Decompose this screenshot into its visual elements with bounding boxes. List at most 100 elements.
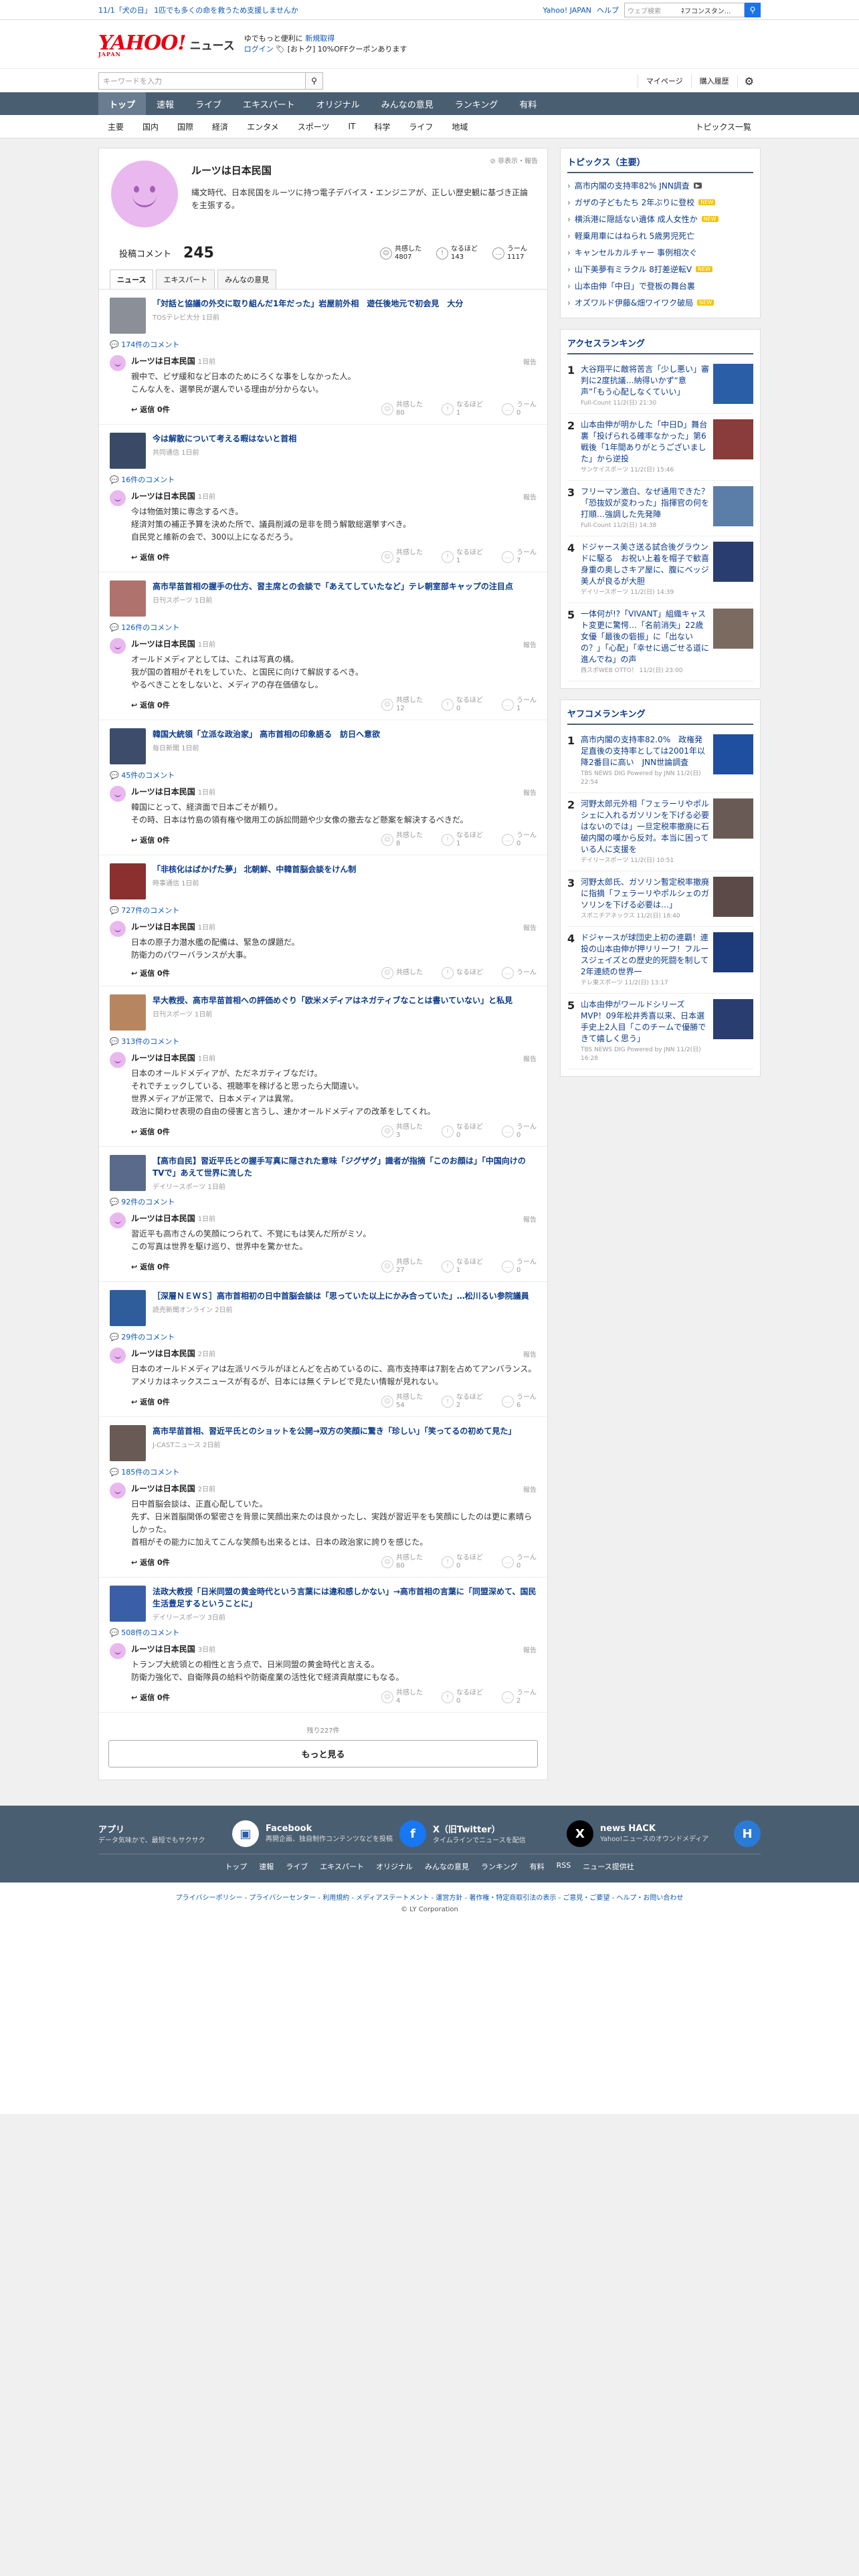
ranking-item[interactable]: 3 フリーマン激白、なぜ通用できた？「恐抜奴が変わった」指揮官の何を打順…強調し… [567, 481, 753, 536]
article-title[interactable]: ［深層ＮＥＷＳ］高市首相初の日中首脳会談は「思っていた以上にかみ合っていた」…松… [153, 1290, 529, 1302]
ranking-item[interactable]: 1 高市内閣の支持率82.0% 政権発足直後の支持率としては2001年以降2番目… [567, 729, 753, 793]
article-link[interactable]: 早大教授、高市早苗首相への評価めぐり「欧米メディアはネガティブなことは書いていな… [110, 994, 537, 1031]
topic-item[interactable]: キャンセルカルチャー 事例相次ぐ [567, 244, 753, 261]
footer-card[interactable]: news HACK Yahoo!ニュースのオウンドメディア H [600, 1820, 761, 1847]
article-link[interactable]: 今は解散について考える暇はないと首相 共同通信 1日前 [110, 433, 537, 469]
reply-button[interactable]: ↩ 返信 0件 [131, 700, 170, 710]
mypage-link[interactable]: マイページ [637, 74, 691, 88]
agree-button[interactable]: ☺ 共感した 54 [381, 1394, 423, 1410]
hide-report-link[interactable]: ⊘ 非表示・報告 [490, 155, 538, 165]
agree-button[interactable]: ☺ 共感した 3 [381, 1123, 423, 1140]
hmm-button[interactable]: … うーん 2 [502, 1689, 537, 1705]
footer-nav-item[interactable]: 速報 [259, 1861, 274, 1872]
nav-expert[interactable]: エキスパート [232, 92, 306, 115]
nav-flash[interactable]: 速報 [146, 92, 185, 115]
topic-item[interactable]: ガザの子どもたち 2年ぶりに登校NEW [567, 194, 753, 211]
nav-paid[interactable]: 有料 [508, 92, 547, 115]
report-link[interactable]: 報告 [523, 356, 537, 366]
topic-item[interactable]: 山本由伸「中日」で登板の舞台裏 [567, 278, 753, 294]
article-link[interactable]: 高市早苗首相、習近平氏とのショットを公開→双方の笑顔に驚き「珍しい」「笑ってるの… [110, 1425, 537, 1461]
ranking-item[interactable]: 3 河野太郎氏、ガソリン暫定税率撤廃に指摘「フェラーリやポルシェのガソリンを下げ… [567, 871, 753, 927]
article-link[interactable]: 法政大教授「日米同盟の黄金時代という言葉には違和感しかない」→高市首相の言葉に「… [110, 1586, 537, 1622]
comment-count-link[interactable]: 💬 174件のコメント [110, 339, 537, 350]
topics-list-link[interactable]: トピックス一覧 [686, 121, 761, 132]
report-link[interactable]: 報告 [523, 787, 537, 797]
commenter-name[interactable]: ルーツは日本民国 1日前 [131, 1052, 537, 1063]
help-link[interactable]: ヘルプ [597, 5, 619, 15]
reply-button[interactable]: ↩ 返信 0件 [131, 1396, 170, 1407]
insight-button[interactable]: ! なるほど 1 [442, 401, 483, 417]
insight-button[interactable]: ! なるほど 1 [442, 832, 483, 848]
commenter-name[interactable]: ルーツは日本民国 2日前 [131, 1348, 537, 1359]
insight-button[interactable]: ! なるほど 0 [442, 1123, 483, 1140]
comment-count-link[interactable]: 💬 92件のコメント [110, 1196, 537, 1207]
report-link[interactable]: 報告 [523, 639, 537, 649]
cat-it[interactable]: IT [339, 122, 365, 131]
show-more-button[interactable]: もっと見る [108, 1740, 538, 1767]
commenter-name[interactable]: ルーツは日本民国 1日前 [131, 1212, 537, 1224]
reply-button[interactable]: ↩ 返信 0件 [131, 1126, 170, 1137]
commenter-name[interactable]: ルーツは日本民国 1日前 [131, 638, 537, 649]
article-link[interactable]: 【高市自民】習近平氏との握手写真に隠された意味「ジグザグ」識者が指摘「このお顔は… [110, 1155, 537, 1191]
insight-button[interactable]: ! なるほど [442, 967, 483, 979]
topic-item[interactable]: オズワルド伊藤&畑ワイワク破局NEW [567, 294, 753, 311]
signup-link[interactable]: 新規取得 [305, 34, 335, 43]
footer-card[interactable]: X（旧Twitter） タイムラインでニュースを配信 X [433, 1820, 593, 1847]
article-title[interactable]: 早大教授、高市早苗首相への評価めぐり「欧米メディアはネガティブなことは書いていな… [153, 994, 512, 1006]
commenter-name[interactable]: ルーツは日本民国 3日前 [131, 1643, 537, 1654]
comment-count-link[interactable]: 💬 185件のコメント [110, 1467, 537, 1477]
agree-button[interactable]: ☺ 共感した 4 [381, 1689, 423, 1705]
commenter-name[interactable]: ルーツは日本民国 1日前 [131, 921, 537, 932]
article-title[interactable]: 法政大教授「日米同盟の黄金時代という言葉には違和感しかない」→高市首相の言葉に「… [153, 1586, 537, 1610]
hmm-button[interactable]: … うーん 0 [502, 1259, 537, 1275]
ranking-item[interactable]: 2 山本由伸が明かした「中日D」舞台裏「投げられる確率なかった」第6戦後「1年間… [567, 414, 753, 481]
commenter-name[interactable]: ルーツは日本民国 1日前 [131, 355, 537, 366]
web-search-input[interactable]: ウェブ検索 ﾈフコンスタン... [624, 3, 745, 17]
hmm-button[interactable]: … うーん 6 [502, 1394, 537, 1410]
cat-life[interactable]: ライフ [399, 121, 442, 132]
purchase-history-link[interactable]: 購入履歴 [690, 74, 737, 88]
cat-entertainment[interactable]: エンタメ [237, 121, 288, 132]
comment-count-link[interactable]: 💬 508件のコメント [110, 1627, 537, 1638]
topic-item[interactable]: 軽乗用車にはねられ 5歳男児死亡 [567, 227, 753, 244]
article-link[interactable]: ［深層ＮＥＷＳ］高市首相初の日中首脳会談は「思っていた以上にかみ合っていた」…松… [110, 1290, 537, 1326]
footer-nav-item[interactable]: みんなの意見 [425, 1861, 469, 1872]
agree-button[interactable]: ☺ 共感した 27 [381, 1259, 423, 1275]
reply-button[interactable]: ↩ 返信 0件 [131, 1692, 170, 1703]
commenter-name[interactable]: ルーツは日本民国 2日前 [131, 1483, 537, 1494]
hmm-button[interactable]: … うーん [502, 967, 537, 979]
footer-nav-item[interactable]: 有料 [530, 1861, 545, 1872]
topic-item[interactable]: 高市内閣の支持率82% JNN調査▶ [567, 177, 753, 194]
commenter-name[interactable]: ルーツは日本民国 1日前 [131, 786, 537, 797]
hmm-button[interactable]: … うーん 1 [502, 697, 537, 713]
footer-card[interactable]: Facebook 再開企画、独自制作コンテンツなどを投稿 f [266, 1820, 426, 1847]
article-link[interactable]: 「非核化はばかげた夢」 北朝鮮、中韓首脳会談をけん制 時事通信 1日前 [110, 863, 537, 899]
hmm-button[interactable]: … うーん 0 [502, 832, 537, 848]
report-link[interactable]: 報告 [523, 1053, 537, 1063]
agree-button[interactable]: ☺ 共感した [381, 967, 423, 979]
yahoo-news-logo[interactable]: YAHOO! JAPAN ニュース [98, 31, 235, 58]
footer-nav-item[interactable]: トップ [225, 1861, 247, 1872]
article-title[interactable]: 「対話と協議の外交に取り組んだ1年だった」岩屋前外相 遊任後地元で初会見 大分 [153, 298, 463, 310]
article-title[interactable]: 今は解散について考える暇はないと首相 [153, 433, 296, 445]
comment-count-link[interactable]: 💬 29件のコメント [110, 1331, 537, 1342]
article-title[interactable]: 高市早苗首相、習近平氏とのショットを公開→双方の笑顔に驚き「珍しい」「笑ってるの… [153, 1425, 516, 1437]
nav-original[interactable]: オリジナル [306, 92, 371, 115]
article-link[interactable]: 高市早苗首相の握手の仕方、習主席との会談で「あえてしていたなど」テレ朝室部キャッ… [110, 580, 537, 617]
hmm-button[interactable]: … うーん 0 [502, 1554, 537, 1570]
insight-button[interactable]: ! なるほど 0 [442, 697, 483, 713]
insight-button[interactable]: ! なるほど 1 [442, 549, 483, 565]
reply-button[interactable]: ↩ 返信 0件 [131, 552, 170, 562]
login-link[interactable]: ログイン [244, 45, 274, 53]
agree-button[interactable]: ☺ 共感した 12 [381, 697, 423, 713]
ranking-item[interactable]: 2 河野太郎元外相「フェラーリやポルシェに入れるガソリンを下げる必要はないのでは… [567, 793, 753, 871]
cat-main[interactable]: 主要 [98, 121, 133, 132]
cat-economy[interactable]: 経済 [203, 121, 237, 132]
cat-science[interactable]: 科学 [365, 121, 399, 132]
cat-sports[interactable]: スポーツ [288, 121, 339, 132]
insight-button[interactable]: ! なるほど 0 [442, 1689, 483, 1705]
ranking-item[interactable]: 5 山本由伸がワールドシリーズMVP！09年松井秀喜以来、日本選手史上2人目「こ… [567, 994, 753, 1069]
tab-expert[interactable]: エキスパート [156, 270, 215, 289]
reply-button[interactable]: ↩ 返信 0件 [131, 968, 170, 978]
agree-button[interactable]: ☺ 共感した 80 [381, 1554, 423, 1570]
